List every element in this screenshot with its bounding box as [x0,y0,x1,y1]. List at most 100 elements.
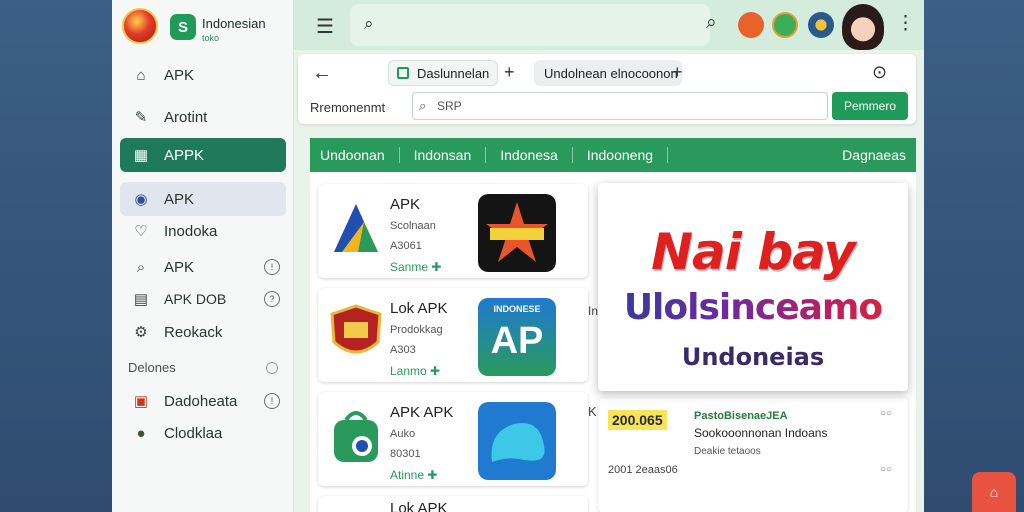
apps-icon[interactable] [772,12,798,38]
triangle-logo-icon [334,204,378,252]
back-arrow-icon[interactable]: ← [312,62,332,85]
address-label: Rremonenmt [310,100,386,115]
app-icon: ▣ [133,393,149,410]
sidebar-item-label: Reokack [164,323,223,341]
brand[interactable]: S Indonesian toko [122,6,292,46]
info-date: 2001 2eaas06 [608,464,678,476]
sidebar-item-reokack[interactable]: ⚙ Reokack [120,315,286,349]
search-bar[interactable]: ⌕ [350,4,710,46]
add-tab-icon[interactable]: + [672,62,683,83]
tab-indonesa[interactable]: Indonesa [486,147,573,163]
sidebar-item-label: APK [164,66,195,84]
profile-icon[interactable] [808,12,834,38]
home-icon [397,67,409,79]
avatar[interactable] [842,4,884,50]
location-pin-icon[interactable]: ⊙ [872,62,887,83]
top-bar: ☰ ⌕ ⌕ ⋮ [294,0,924,50]
sidebar-item-apk[interactable]: ⌂ APK [120,58,286,92]
app-card[interactable]: APK APK Auko 80301 Atinne ✚ [318,392,588,486]
sidebar-item-label: Inodoka [164,222,218,240]
notification-icon[interactable] [738,12,764,38]
section-toggle-icon[interactable] [266,362,278,374]
app-title: Lok APK [390,300,448,317]
calendar-icon: ▦ [133,147,149,164]
section-label: Delones [128,360,176,375]
sidebar-item-arotint[interactable]: ✎ Arotint [120,100,286,134]
app-action-link[interactable]: Sanme ✚ [390,260,441,274]
promo-popup[interactable]: Nai bay Ulolsinceamo Undoneias [598,183,908,391]
ap-tile-icon: INDONESE AP [478,298,556,376]
info-icon[interactable]: ! [264,393,280,409]
sidebar-item-label: Dadoheata [164,392,238,410]
promo-caption: Undoneias [681,343,825,371]
app-card[interactable]: Lok APK Prodokkag A303 Lanmo ✚ INDONESE … [318,288,588,382]
more-icon[interactable]: ○○ [880,464,892,475]
info-badge: 200.065 [608,410,667,430]
tile-big-text: AP [490,320,544,362]
sidebar-item-label: Clodklaa [164,424,223,442]
tab-label: Daslunnelan [417,65,490,81]
tab-undoonan[interactable]: Undoonan [310,147,400,163]
sidebar-item-label: APK [164,258,195,276]
home-icon: ⌂ [136,66,146,84]
more-icon[interactable]: ⋮ [896,12,915,35]
brand-title: Indonesian [202,16,266,31]
address-input[interactable]: ⌕ SRP [412,92,828,120]
tile-caption: INDONESE [493,304,541,314]
grid-icon: ▤ [133,291,149,308]
edit-icon: ✎ [134,109,148,126]
app-number: A303 [390,344,416,356]
app-title: APK [390,196,421,213]
app-title: Lok APK [390,500,448,512]
shield-logo-icon [330,304,382,354]
tab-indooneng[interactable]: Indooneng [573,147,669,163]
info-icon[interactable]: ? [264,291,280,307]
sidebar-item-inodoka[interactable]: ♡ Inodoka [120,214,286,248]
app-number: 80301 [390,448,421,460]
home-icon: ⌂ [989,484,999,500]
sidebar-item-label: APK [164,190,195,208]
tab-indonsan[interactable]: Indonsan [400,147,487,163]
content-tabs: Undoonan Indonsan Indonesa Indooneng Dag… [310,138,916,172]
check-circle-icon: ◉ [134,191,148,208]
tab-second[interactable]: Undolnean elnocoonon [534,60,682,86]
sidebar-item-apk-location[interactable]: ⌕ APK ! [120,250,286,284]
info-small: Deakie tetaoos [694,446,761,457]
tab-dagnaeas[interactable]: Dagnaeas [842,147,906,163]
app-action-link[interactable]: Atinne ✚ [390,468,437,482]
leaf-icon: ● [136,424,146,442]
app-action-link[interactable]: Lanmo ✚ [390,364,440,378]
brand-badge-icon [122,8,158,44]
floating-action-button[interactable]: ⌂ [972,472,1016,512]
info-subtitle: Sookooonnonan Indoans [694,426,828,440]
app-subtitle: Prodokkag [390,324,443,336]
location-icon: ⌕ [136,258,146,276]
sidebar-item-label: APPK [164,146,205,164]
app-number: A3061 [390,240,422,252]
sidebar: S Indonesian toko ⌂ APK ✎ Arotint ▦ APPK… [112,0,294,512]
add-tab-icon[interactable]: + [504,62,515,83]
bag-logo-icon [334,411,378,462]
more-icon[interactable]: ○○ [880,408,892,419]
promo-subheadline: Ulolsinceamo [598,287,908,328]
app-card[interactable]: APK Scolnaan A3061 Sanme ✚ [318,184,588,278]
go-button[interactable]: Pemmero [832,92,908,120]
menu-icon[interactable]: ☰ [316,14,334,39]
sidebar-item-appk[interactable]: ▦ APPK [120,138,286,172]
info-card[interactable]: 200.065 PastoBisenaeJEA Sookooonnonan In… [598,398,908,512]
info-icon[interactable]: ! [264,259,280,275]
settings-icon: ⚙ [134,324,148,341]
app-card[interactable]: Lok APK [318,496,588,512]
search-icon: ⌕ [419,98,427,113]
sidebar-item-clodklaa[interactable]: ● Clodklaa [120,416,286,450]
tab-label: Undolnean elnocoonon [544,65,678,81]
tab-home[interactable]: Daslunnelan [388,60,498,86]
info-title: PastoBisenaeJEA [694,410,788,422]
search-icon[interactable]: ⌕ [706,12,717,34]
sidebar-item-dadoheata[interactable]: ▣ Dadoheata ! [120,384,286,418]
sidebar-item-apk-selected[interactable]: ◉ APK [120,182,286,216]
search-icon: ⌕ [364,14,374,33]
partial-text: In [588,304,599,318]
partial-text: K [588,404,597,419]
sidebar-item-apk-dob[interactable]: ▤ APK DOB ? [120,282,286,316]
